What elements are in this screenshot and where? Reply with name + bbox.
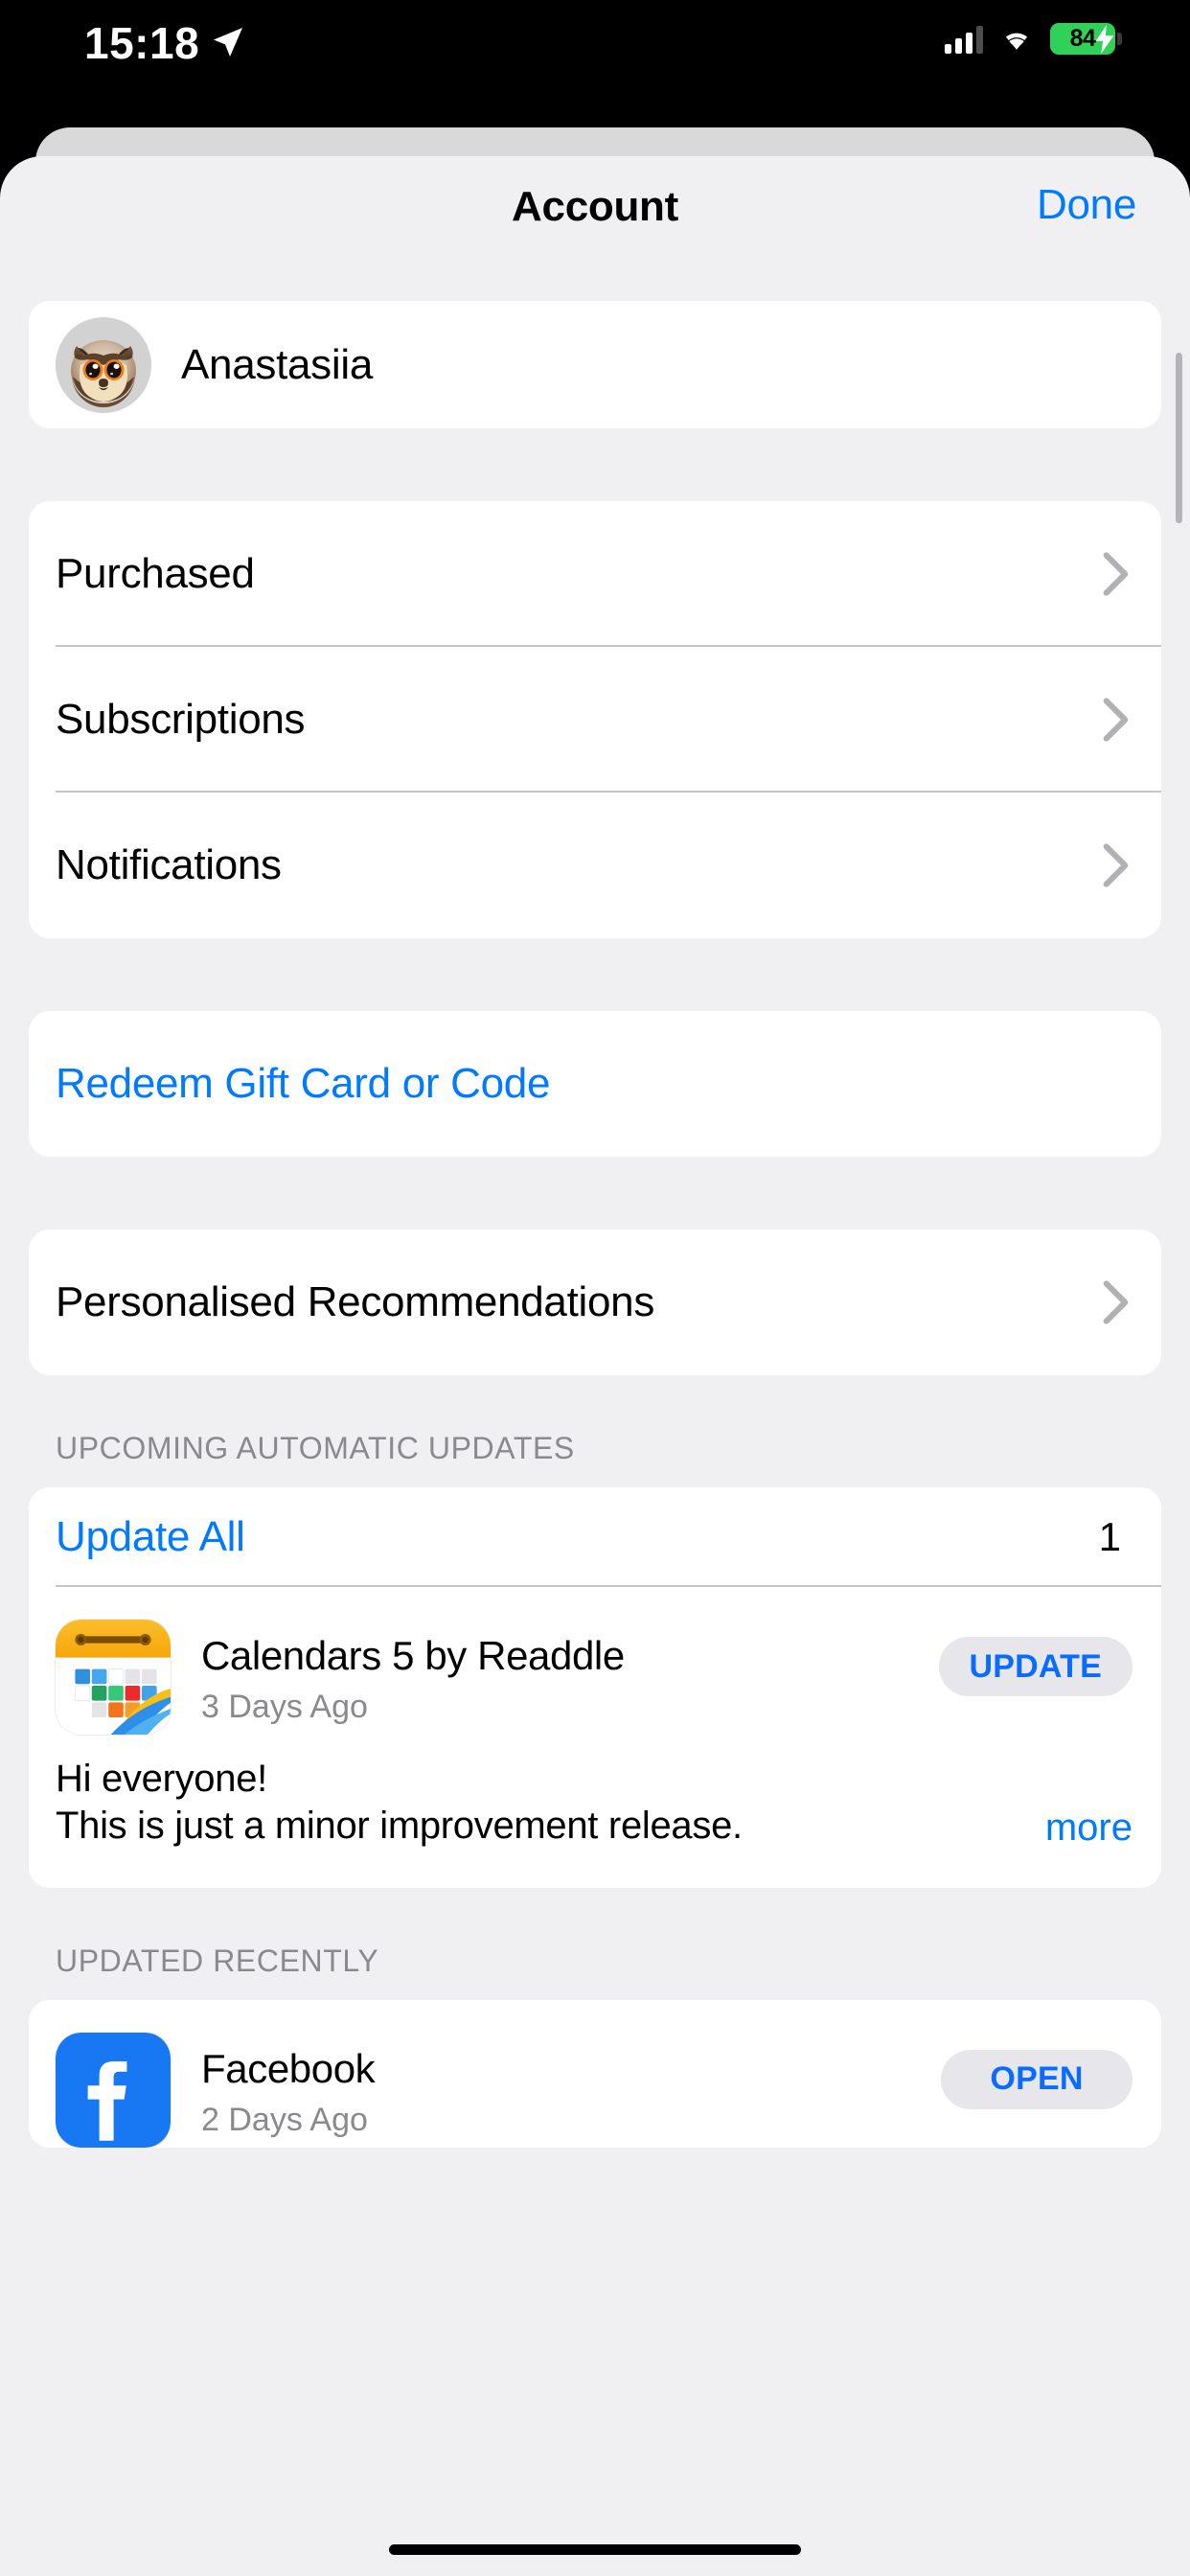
location-arrow-icon <box>209 23 247 61</box>
app-info: Calendars 5 by Readdle 3 Days Ago <box>201 1620 939 1726</box>
redeem-card[interactable]: Redeem Gift Card or Code <box>29 1011 1161 1157</box>
chevron-right-icon <box>1102 1279 1129 1325</box>
battery-indicator: 84 <box>1050 23 1115 55</box>
release-notes[interactable]: Hi everyone! This is just a minor improv… <box>29 1735 1161 1888</box>
owl-memoji-avatar <box>56 317 151 413</box>
status-bar: 15:18 84 <box>0 0 1190 127</box>
sidebar-item-notifications[interactable]: Notifications <box>29 793 1161 938</box>
release-notes-line-1: Hi everyone! <box>56 1756 1024 1803</box>
profile-card[interactable]: Anastasiia <box>29 301 1161 428</box>
account-menu-card: Purchased Subscriptions Notifications <box>29 501 1161 938</box>
section-header-upcoming-updates: Upcoming Automatic Updates <box>29 1431 1161 1487</box>
personalised-recommendations-row[interactable]: Personalised Recommendations <box>29 1230 1161 1375</box>
iphone-screen: 15:18 84 Account Done <box>0 0 1190 2576</box>
sheet-header: Account Done <box>0 156 1190 266</box>
release-notes-line-2: This is just a minor improvement release… <box>56 1803 1024 1850</box>
open-button[interactable]: OPEN <box>941 2050 1133 2109</box>
recent-app-row[interactable]: Facebook 2 Days Ago OPEN <box>29 2000 1161 2148</box>
wifi-icon <box>997 25 1036 54</box>
recent-app-name: Facebook <box>201 2046 941 2092</box>
subscriptions-label: Subscriptions <box>56 696 1102 744</box>
status-bar-time: 15:18 <box>84 21 199 65</box>
divider <box>56 1585 1161 1587</box>
section-header-updated-recently: Updated Recently <box>29 1944 1161 2000</box>
app-update-date: 3 Days Ago <box>201 1689 939 1726</box>
calendars5-app-icon <box>56 1620 171 1735</box>
account-content: Anastasiia Purchased Subscriptions <box>0 266 1190 2220</box>
cellular-signal-icon <box>945 25 983 54</box>
profile-row[interactable]: Anastasiia <box>29 301 1161 428</box>
updated-recently-card: Facebook 2 Days Ago OPEN <box>29 2000 1161 2148</box>
sidebar-item-subscriptions[interactable]: Subscriptions <box>29 647 1161 793</box>
profile-name: Anastasiia <box>181 341 373 389</box>
personalised-label: Personalised Recommendations <box>56 1278 1102 1326</box>
upcoming-updates-card: Update All 1 <box>29 1487 1161 1888</box>
chevron-right-icon <box>1102 842 1129 888</box>
recent-app-update-date: 2 Days Ago <box>201 2102 941 2139</box>
redeem-gift-card-row[interactable]: Redeem Gift Card or Code <box>29 1011 1161 1157</box>
update-count-badge: 1 <box>1099 1514 1121 1560</box>
update-button[interactable]: UPDATE <box>939 1637 1133 1696</box>
app-name: Calendars 5 by Readdle <box>201 1633 939 1679</box>
redeem-label: Redeem Gift Card or Code <box>56 1060 1129 1108</box>
release-notes-text: Hi everyone! This is just a minor improv… <box>56 1756 1024 1850</box>
done-button[interactable]: Done <box>1037 181 1136 229</box>
notifications-label: Notifications <box>56 841 1102 889</box>
page-title: Account <box>0 183 1190 231</box>
home-indicator[interactable] <box>389 2544 801 2555</box>
purchased-label: Purchased <box>56 550 1102 598</box>
status-bar-indicators: 84 <box>945 23 1115 55</box>
battery-charging-icon <box>1092 25 1117 54</box>
facebook-app-icon <box>56 2033 171 2148</box>
account-sheet: Account Done <box>0 156 1190 2576</box>
recent-app-info: Facebook 2 Days Ago <box>201 2033 941 2139</box>
update-all-row[interactable]: Update All 1 <box>29 1487 1161 1587</box>
chevron-right-icon <box>1102 697 1129 743</box>
avatar[interactable] <box>56 317 151 413</box>
personalised-recommendations-card[interactable]: Personalised Recommendations <box>29 1230 1161 1375</box>
app-update-row[interactable]: Calendars 5 by Readdle 3 Days Ago UPDATE <box>29 1587 1161 1735</box>
chevron-right-icon <box>1102 551 1129 597</box>
more-link[interactable]: more <box>1045 1806 1133 1850</box>
update-all-label: Update All <box>56 1513 1099 1561</box>
sidebar-item-purchased[interactable]: Purchased <box>29 501 1161 647</box>
